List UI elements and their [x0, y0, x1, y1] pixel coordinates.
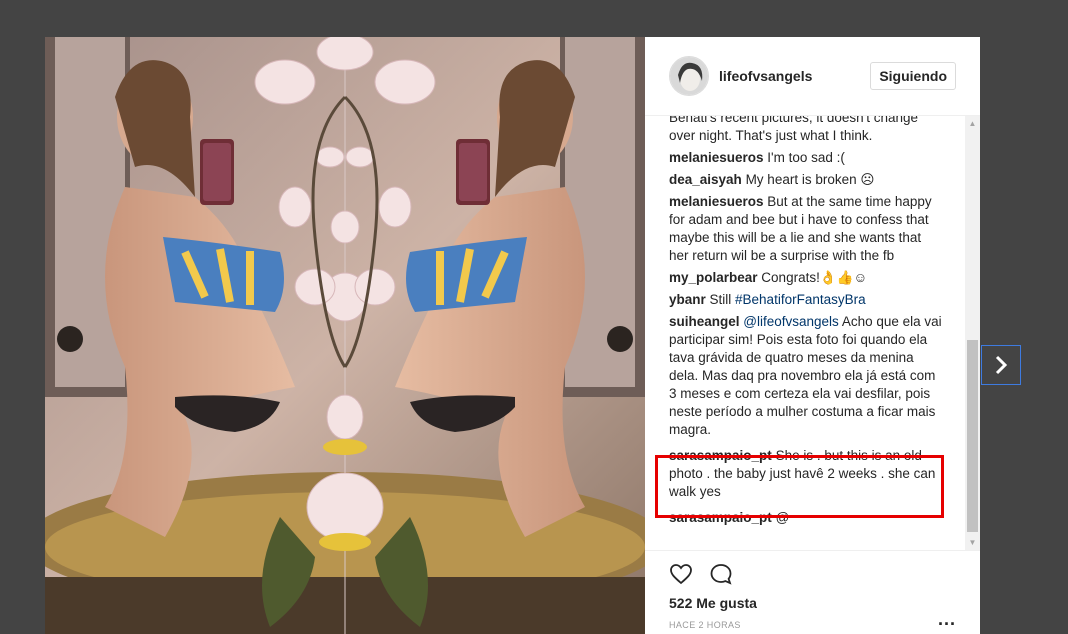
comment-user[interactable]: melaniesueros: [669, 150, 764, 165]
comment-icon[interactable]: [709, 562, 733, 586]
comment-text: My heart is broken ☹: [741, 172, 875, 187]
comments-scrollbar[interactable]: ▲ ▼: [965, 116, 980, 550]
mention-link[interactable]: @lifeofvsangels: [743, 314, 839, 329]
following-button[interactable]: Siguiendo: [870, 62, 956, 90]
comment-user[interactable]: sarasampaio_pt: [669, 510, 772, 525]
post-username[interactable]: lifeofvsangels: [719, 68, 870, 84]
comment-text: @: [771, 510, 790, 525]
next-post-button[interactable]: [981, 345, 1021, 385]
comment-item: my_polarbear Congrats!👌👍☺: [669, 269, 944, 287]
comments-list[interactable]: Behati's recent pictures, it doesn't cha…: [645, 116, 965, 550]
comment-text: Acho que ela vai participar sim! Pois es…: [669, 314, 942, 437]
post-header: lifeofvsangels Siguiendo: [645, 37, 980, 116]
comment-user[interactable]: sarasampaio_pt: [669, 448, 772, 463]
comment-text: Congrats!👌👍☺: [757, 270, 868, 285]
comment-item: melaniesueros But at the same time happy…: [669, 193, 944, 265]
comment-item: ybanr Still #BehatiforFantasyBra: [669, 291, 944, 309]
comment-text: Behati's recent pictures, it doesn't cha…: [669, 116, 919, 143]
comment-item: Behati's recent pictures, it doesn't cha…: [669, 116, 944, 145]
comment-item: sarasampaio_pt @: [669, 509, 944, 527]
comment-user[interactable]: my_polarbear: [669, 270, 758, 285]
comment-item: dea_aisyah My heart is broken ☹: [669, 171, 944, 189]
likes-count[interactable]: 522 Me gusta: [669, 595, 956, 611]
post-image: [45, 37, 645, 634]
comment-item: melaniesueros I'm too sad :(: [669, 149, 944, 167]
comment-user[interactable]: suiheangel: [669, 314, 740, 329]
avatar[interactable]: [669, 56, 709, 96]
comment-item: suiheangel @lifeofvsangels Acho que ela …: [669, 313, 944, 439]
post-actions: 522 Me gusta ... HACE 2 HORAS: [645, 550, 980, 630]
post-side-panel: lifeofvsangels Siguiendo Behati's recent…: [645, 37, 980, 634]
hashtag-link[interactable]: #BehatiforFantasyBra: [735, 292, 866, 307]
comment-user[interactable]: melaniesueros: [669, 194, 764, 209]
post-modal: lifeofvsangels Siguiendo Behati's recent…: [45, 37, 980, 634]
comment-user[interactable]: dea_aisyah: [669, 172, 742, 187]
scroll-down-icon[interactable]: ▼: [965, 535, 980, 550]
comment-text: I'm too sad :(: [763, 150, 845, 165]
post-timestamp[interactable]: HACE 2 HORAS: [669, 620, 956, 630]
comment-user[interactable]: ybanr: [669, 292, 706, 307]
chevron-right-icon: [995, 355, 1008, 375]
heart-icon[interactable]: [669, 562, 693, 586]
scroll-up-icon[interactable]: ▲: [965, 116, 980, 131]
scrollbar-thumb[interactable]: [967, 340, 978, 532]
post-photo[interactable]: [45, 37, 645, 634]
more-options-button[interactable]: ...: [938, 609, 956, 630]
comment-item-highlighted: sarasampaio_pt She is . but this is an o…: [669, 447, 944, 501]
comment-text: Still: [705, 292, 736, 307]
